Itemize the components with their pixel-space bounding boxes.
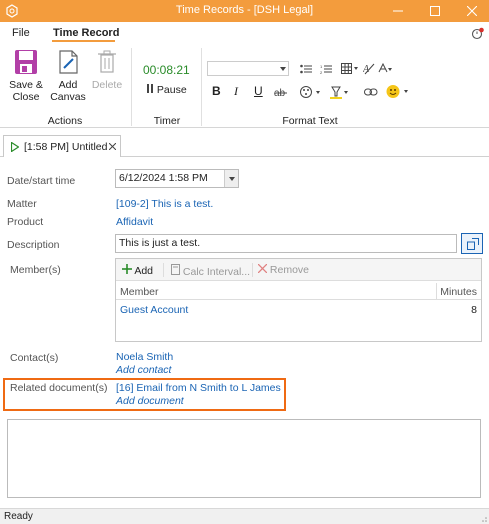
expand-description-button[interactable]	[461, 233, 483, 254]
pause-button[interactable]: Pause	[146, 84, 187, 96]
active-tab-indicator	[52, 40, 115, 42]
contact-link[interactable]: Noela Smith	[116, 351, 173, 363]
matter-label: Matter	[7, 198, 37, 210]
add-canvas-label-2: Canvas	[50, 91, 86, 103]
column-divider	[436, 283, 437, 300]
add-canvas-label-1: Add	[58, 79, 78, 91]
menu-time-record[interactable]: Time Record	[53, 27, 119, 39]
window-title: Time Records - [DSH Legal]	[175, 4, 314, 16]
format-text-group-label: Format Text	[282, 115, 338, 127]
strikethrough-icon[interactable]: ab	[274, 86, 288, 98]
save-close-label-2: Close	[12, 91, 40, 103]
maximize-button[interactable]	[420, 0, 450, 22]
product-link[interactable]: Affidavit	[116, 216, 153, 228]
status-bar: Ready	[0, 508, 489, 524]
svg-text:1: 1	[320, 64, 323, 69]
remove-member-label: Remove	[269, 264, 310, 276]
remove-member-button[interactable]: Remove	[257, 263, 310, 276]
close-tab-icon[interactable]	[109, 143, 116, 150]
calculator-icon	[171, 264, 180, 275]
underline-button[interactable]: U	[254, 84, 263, 98]
close-button[interactable]	[457, 0, 487, 22]
document-tab-strip: [1:58 PM] Untitled	[0, 133, 489, 157]
play-icon	[11, 142, 19, 152]
calc-interval-label: Calc Interval...	[182, 266, 251, 278]
related-documents-highlight	[3, 378, 286, 411]
link-icon[interactable]	[364, 86, 378, 98]
font-name-select[interactable]	[207, 61, 289, 76]
table-icon[interactable]	[341, 63, 359, 74]
title-bar: Time Records - [DSH Legal]	[0, 0, 489, 22]
table-row[interactable]: Guest Account 8	[116, 302, 481, 319]
ribbon: Save & Close Add Canvas Delete Actions 0…	[0, 44, 489, 128]
tab-label: [1:58 PM] Untitled	[24, 141, 108, 153]
minutes-column-header[interactable]: Minutes	[440, 286, 477, 298]
member-name[interactable]: Guest Account	[120, 304, 188, 316]
timer-display: 00:08:21	[143, 63, 190, 77]
close-icon	[467, 6, 477, 16]
highlight-icon[interactable]	[330, 85, 352, 99]
calc-interval-button[interactable]: Calc Interval...	[171, 264, 250, 278]
members-header: Member Minutes	[116, 283, 481, 300]
expand-icon	[467, 238, 479, 250]
add-canvas-button[interactable]: Add Canvas	[50, 48, 86, 103]
description-value: This is just a test.	[119, 237, 201, 249]
bullet-list-icon[interactable]	[300, 64, 312, 74]
save-close-label-1: Save &	[9, 79, 43, 91]
document-tab[interactable]: [1:58 PM] Untitled	[3, 135, 121, 157]
date-start-input[interactable]: 6/12/2024 1:58 PM	[115, 169, 239, 188]
chevron-down-icon	[280, 67, 286, 71]
description-input[interactable]: This is just a test.	[115, 234, 457, 253]
description-label: Description	[7, 239, 60, 251]
toolbar-divider	[163, 263, 164, 277]
status-text: Ready	[4, 511, 33, 522]
member-column-header[interactable]: Member	[120, 286, 159, 298]
members-grid: Add Calc Interval... Remove Member Minut…	[115, 258, 482, 342]
date-label: Date/start time	[7, 175, 76, 187]
members-toolbar: Add Calc Interval... Remove	[116, 259, 481, 281]
timer-group-label: Timer	[153, 115, 181, 127]
svg-text:2: 2	[320, 70, 323, 74]
resize-grip-icon[interactable]	[479, 514, 487, 522]
pause-label: Pause	[156, 84, 187, 96]
ribbon-separator	[201, 48, 202, 126]
add-contact-link[interactable]: Add contact	[116, 364, 171, 376]
maximize-icon	[430, 6, 440, 16]
menu-bar: File Time Record	[0, 22, 489, 44]
members-label: Member(s)	[10, 264, 61, 276]
palette-icon[interactable]	[300, 85, 326, 99]
pause-icon	[147, 84, 153, 93]
ribbon-separator	[131, 48, 132, 126]
trash-icon	[98, 50, 116, 73]
delete-button[interactable]: Delete	[90, 48, 124, 91]
emoji-icon[interactable]	[386, 84, 414, 99]
contacts-label: Contact(s)	[10, 352, 59, 364]
menu-file[interactable]: File	[12, 27, 30, 39]
product-label: Product	[7, 216, 44, 228]
add-member-button[interactable]: Add	[122, 264, 153, 277]
paragraph-icon[interactable]	[378, 63, 392, 75]
save-icon	[15, 50, 37, 74]
minimize-button[interactable]	[383, 0, 413, 22]
actions-group-label: Actions	[47, 115, 83, 127]
italic-button[interactable]: I	[234, 84, 238, 99]
clear-format-icon[interactable]: A	[363, 62, 375, 75]
chevron-down-icon	[229, 177, 235, 181]
notes-editor[interactable]	[7, 419, 481, 498]
matter-link[interactable]: [109-2] This is a test.	[116, 198, 213, 210]
minimize-icon	[393, 10, 403, 12]
delete-label: Delete	[91, 79, 123, 91]
timer-settings-icon[interactable]	[471, 27, 484, 40]
canvas-icon	[59, 50, 78, 74]
date-dropdown-button[interactable]	[224, 170, 238, 187]
member-minutes: 8	[471, 304, 477, 316]
plus-icon	[122, 264, 132, 274]
save-close-button[interactable]: Save & Close	[6, 48, 46, 103]
numbered-list-icon[interactable]: 12	[320, 64, 332, 74]
toolbar-divider	[252, 263, 253, 277]
add-member-label: Add	[134, 265, 154, 277]
bold-button[interactable]: B	[212, 84, 221, 98]
date-value: 6/12/2024 1:58 PM	[119, 172, 208, 184]
remove-icon	[257, 263, 268, 274]
